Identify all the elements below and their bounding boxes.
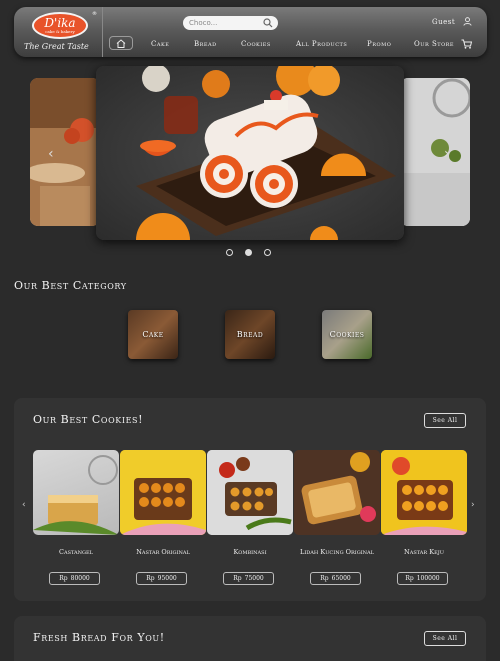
roll-cake-photo	[96, 66, 404, 240]
registered-mark: ®	[92, 11, 97, 17]
product-name: Castangel	[58, 548, 94, 556]
carousel-dot-3[interactable]	[264, 249, 271, 256]
product-card[interactable]: Nastar Original Rp 95000	[120, 450, 206, 585]
cookies-photo	[400, 78, 470, 226]
category-cake-label: Cake	[142, 330, 164, 339]
product-name: Nastar Keju	[404, 548, 444, 556]
search-bar	[183, 16, 278, 30]
nav-promo[interactable]: Promo	[367, 40, 391, 48]
guest-label[interactable]: Guest	[432, 18, 455, 26]
price-currency: Rp	[320, 575, 329, 582]
bakery-photo	[30, 78, 100, 226]
nav-cake[interactable]: Cake	[151, 40, 169, 48]
product-card[interactable]: Nastar Keju Rp 100000	[381, 450, 467, 585]
product-image	[294, 450, 380, 535]
price-value: 75000	[244, 575, 264, 582]
product-image	[120, 450, 206, 535]
product-card[interactable]: Castangel Rp 80000	[33, 450, 119, 585]
price-value: 100000	[416, 575, 440, 582]
price-tag[interactable]: Rp 65000	[310, 572, 361, 585]
product-image	[381, 450, 467, 535]
search-input[interactable]	[189, 17, 259, 29]
product-name: Lidah Kucing Original	[300, 548, 374, 556]
bread-see-all-button[interactable]: See All	[424, 631, 466, 646]
price-value: 95000	[157, 575, 177, 582]
carousel-dot-2[interactable]	[245, 249, 252, 256]
price-tag[interactable]: Rp 80000	[49, 572, 100, 585]
product-card[interactable]: Lidah Kucing Original Rp 65000	[294, 450, 380, 585]
carousel-next-arrow[interactable]: ›	[444, 146, 450, 162]
price-tag[interactable]: Rp 100000	[397, 572, 448, 585]
nav-cookies[interactable]: Cookies	[241, 40, 271, 48]
price-currency: Rp	[59, 575, 68, 582]
category-bread-label: Bread	[236, 330, 264, 339]
product-card[interactable]: Kombinasi Rp 75000	[207, 450, 293, 585]
category-cake[interactable]: Cake	[128, 310, 178, 359]
product-name: Nastar Original	[136, 548, 190, 556]
logo-subtitle: cake & bakery	[45, 28, 75, 34]
price-currency: Rp	[233, 575, 242, 582]
logo-name: D'ika	[44, 15, 76, 30]
product-image	[33, 450, 119, 535]
nav-bread[interactable]: Bread	[194, 40, 217, 48]
price-currency: Rp	[405, 575, 414, 582]
nav-our-store[interactable]: Our Store	[414, 40, 454, 48]
fresh-bread-title: Fresh Bread For You!	[33, 631, 165, 644]
logo-tagline: The Great Taste	[24, 42, 89, 51]
user-icon[interactable]	[463, 17, 472, 26]
price-currency: Rp	[146, 575, 155, 582]
carousel-prev-arrow[interactable]: ‹	[48, 146, 54, 162]
carousel-indicators	[226, 249, 271, 256]
category-cookies-label: Cookies	[329, 330, 365, 339]
carousel-prev-slide[interactable]	[30, 78, 100, 226]
price-tag[interactable]: Rp 75000	[223, 572, 274, 585]
carousel-next-slide[interactable]	[400, 78, 470, 226]
product-image	[207, 450, 293, 535]
hero-carousel: ‹ ›	[30, 66, 470, 244]
category-cookies[interactable]: Cookies	[322, 310, 372, 359]
cart-icon[interactable]	[461, 39, 472, 49]
home-button[interactable]	[109, 36, 133, 50]
price-value: 80000	[70, 575, 90, 582]
best-cookies-title: Our Best Cookies!	[33, 413, 144, 426]
product-name: Kombinasi	[233, 548, 267, 556]
category-title: Our Best Category	[14, 279, 127, 292]
cookies-prev-arrow[interactable]: ‹	[22, 500, 26, 510]
carousel-active-slide[interactable]	[96, 66, 404, 240]
cookies-next-arrow[interactable]: ›	[471, 500, 475, 510]
home-icon	[116, 38, 126, 48]
nav-all-products[interactable]: All Products	[296, 40, 347, 48]
site-header: D'ika cake & bakery ® The Great Taste Gu…	[14, 7, 487, 57]
category-bread[interactable]: Bread	[225, 310, 275, 359]
carousel-dot-1[interactable]	[226, 249, 233, 256]
price-tag[interactable]: Rp 95000	[136, 572, 187, 585]
search-icon[interactable]	[263, 18, 273, 28]
logo-badge: D'ika cake & bakery	[32, 12, 88, 39]
logo[interactable]: D'ika cake & bakery ® The Great Taste	[14, 7, 103, 57]
price-value: 65000	[331, 575, 351, 582]
cookies-see-all-button[interactable]: See All	[424, 413, 466, 428]
